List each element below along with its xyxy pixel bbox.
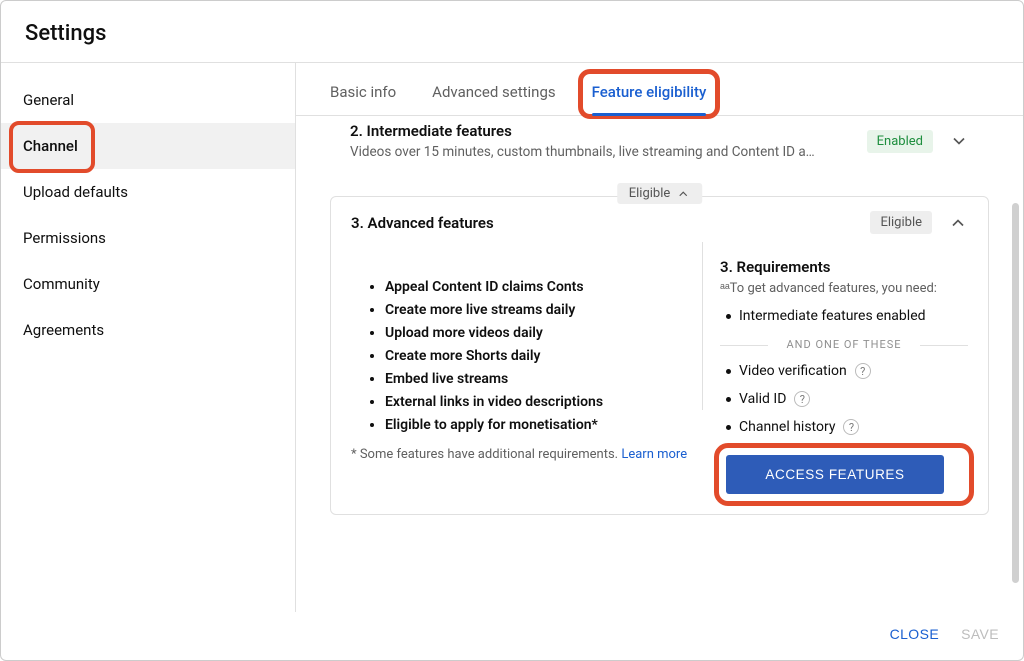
requirement-option: Channel history ? [726, 419, 968, 435]
status-badge-eligible: Eligible [870, 211, 932, 234]
card-title: 3. Advanced features [351, 214, 494, 232]
feature-item: Upload more videos daily [385, 325, 708, 341]
feature-item: Embed live streams [385, 371, 708, 387]
footnote: * Some features have additional requirem… [351, 447, 708, 462]
access-features-highlight: ACCESS FEATURES [720, 449, 968, 500]
requirements-subtitle: ᵃᵃTo get advanced features, you need: [720, 280, 968, 296]
requirement-label: Video verification [739, 363, 847, 379]
requirement-option: Valid ID ? [726, 391, 968, 407]
card-header: 2. Intermediate features Videos over 15 … [350, 122, 969, 160]
sidebar-item-upload-defaults[interactable]: Upload defaults [1, 169, 295, 215]
scrollbar[interactable] [1012, 203, 1019, 583]
feature-item: Eligible to apply for monetisation* [385, 417, 708, 433]
sidebar-item-general[interactable]: General [1, 77, 295, 123]
sidebar-item-label: General [23, 91, 74, 109]
tab-basic-info[interactable]: Basic info [330, 83, 396, 115]
tab-bar: Basic info Advanced settings Feature eli… [296, 63, 1023, 116]
bullet-icon [726, 369, 731, 374]
sidebar-item-label: Agreements [23, 321, 104, 339]
tab-advanced-settings[interactable]: Advanced settings [432, 83, 555, 115]
dialog-footer: CLOSE SAVE [1, 612, 1023, 660]
chevron-down-icon[interactable] [949, 131, 969, 151]
sidebar-item-label: Upload defaults [23, 183, 128, 201]
eligible-pill-label: Eligible [629, 186, 671, 201]
sidebar-item-label: Permissions [23, 229, 106, 247]
sidebar-item-permissions[interactable]: Permissions [1, 215, 295, 261]
tab-content: 2. Intermediate features Videos over 15 … [296, 116, 1023, 612]
card-header: 3. Advanced features Eligible [351, 211, 968, 234]
bullet-icon [726, 314, 731, 319]
footnote-text: * Some features have additional requirem… [351, 447, 621, 462]
feature-item: Appeal Content ID claims Conts [385, 279, 708, 295]
save-button[interactable]: SAVE [961, 626, 999, 642]
requirement-label: Valid ID [739, 391, 786, 407]
tab-label: Advanced settings [432, 83, 555, 101]
sidebar-item-agreements[interactable]: Agreements [1, 307, 295, 353]
bullet-icon [726, 397, 731, 402]
requirements-panel: 3. Requirements ᵃᵃTo get advanced featur… [708, 242, 968, 500]
sidebar-item-label: Community [23, 275, 100, 293]
feature-item: Create more live streams daily [385, 302, 708, 318]
requirement-label: Channel history [739, 419, 835, 435]
intermediate-features-card: 2. Intermediate features Videos over 15 … [330, 120, 989, 174]
help-icon[interactable]: ? [855, 363, 871, 379]
chevron-up-icon [676, 187, 690, 201]
help-icon[interactable]: ? [843, 419, 859, 435]
feature-item: Create more Shorts daily [385, 348, 708, 364]
card-title: 2. Intermediate features [350, 122, 867, 140]
eligible-pill: Eligible [617, 183, 703, 204]
sidebar-item-channel[interactable]: Channel [1, 123, 295, 169]
bullet-icon [726, 425, 731, 430]
page-title: Settings [25, 21, 999, 46]
feature-bullets: Appeal Content ID claims Conts Create mo… [351, 279, 708, 433]
sidebar-item-community[interactable]: Community [1, 261, 295, 307]
requirement-option: Video verification ? [726, 363, 968, 379]
close-button[interactable]: CLOSE [890, 626, 939, 642]
settings-sidebar: General Channel Upload defaults Permissi… [1, 63, 296, 612]
chevron-up-icon[interactable] [948, 213, 968, 233]
dialog-body: General Channel Upload defaults Permissi… [1, 63, 1023, 612]
help-icon[interactable]: ? [794, 391, 810, 407]
requirements-title: 3. Requirements [720, 258, 968, 276]
requirement-primary: Intermediate features enabled [726, 308, 968, 324]
feature-item: External links in video descriptions [385, 394, 708, 410]
requirement-label: Intermediate features enabled [739, 308, 926, 324]
advanced-body: Appeal Content ID claims Conts Create mo… [351, 242, 968, 500]
sidebar-item-label: Channel [23, 137, 78, 155]
status-badge-enabled: Enabled [867, 130, 933, 153]
advanced-features-list: Appeal Content ID claims Conts Create mo… [351, 242, 708, 500]
access-features-button[interactable]: ACCESS FEATURES [726, 455, 944, 494]
tab-label: Feature eligibility [592, 83, 707, 101]
card-subtitle: Videos over 15 minutes, custom thumbnail… [350, 144, 820, 160]
learn-more-link[interactable]: Learn more [621, 447, 687, 462]
settings-dialog: Settings General Channel Upload defaults… [0, 0, 1024, 661]
main-panel: Basic info Advanced settings Feature eli… [296, 63, 1023, 612]
and-one-of-these-label: AND ONE OF THESE [720, 338, 968, 351]
tab-feature-eligibility[interactable]: Feature eligibility [592, 83, 707, 115]
tab-label: Basic info [330, 83, 396, 101]
advanced-features-card: Eligible 3. Advanced features Eligible [330, 196, 989, 515]
dialog-header: Settings [1, 1, 1023, 63]
